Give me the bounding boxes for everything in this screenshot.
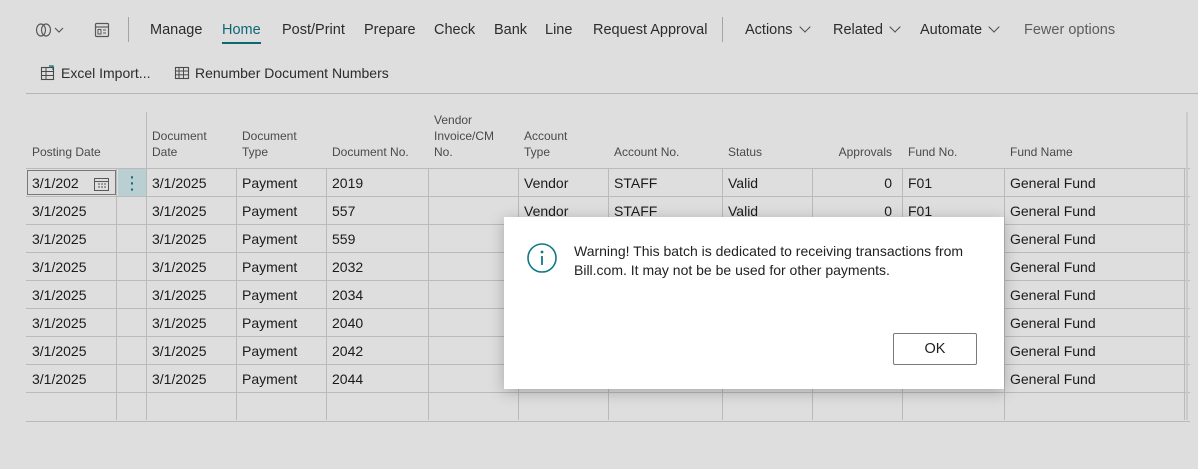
dialog-message: Warning! This batch is dedicated to rece… <box>574 243 964 278</box>
warning-dialog: Warning! This batch is dedicated to rece… <box>504 217 1004 389</box>
ok-button[interactable]: OK <box>893 333 977 365</box>
info-icon <box>527 243 557 273</box>
journal-page: Manage Home Post/Print Prepare Check Ban… <box>0 0 1198 469</box>
